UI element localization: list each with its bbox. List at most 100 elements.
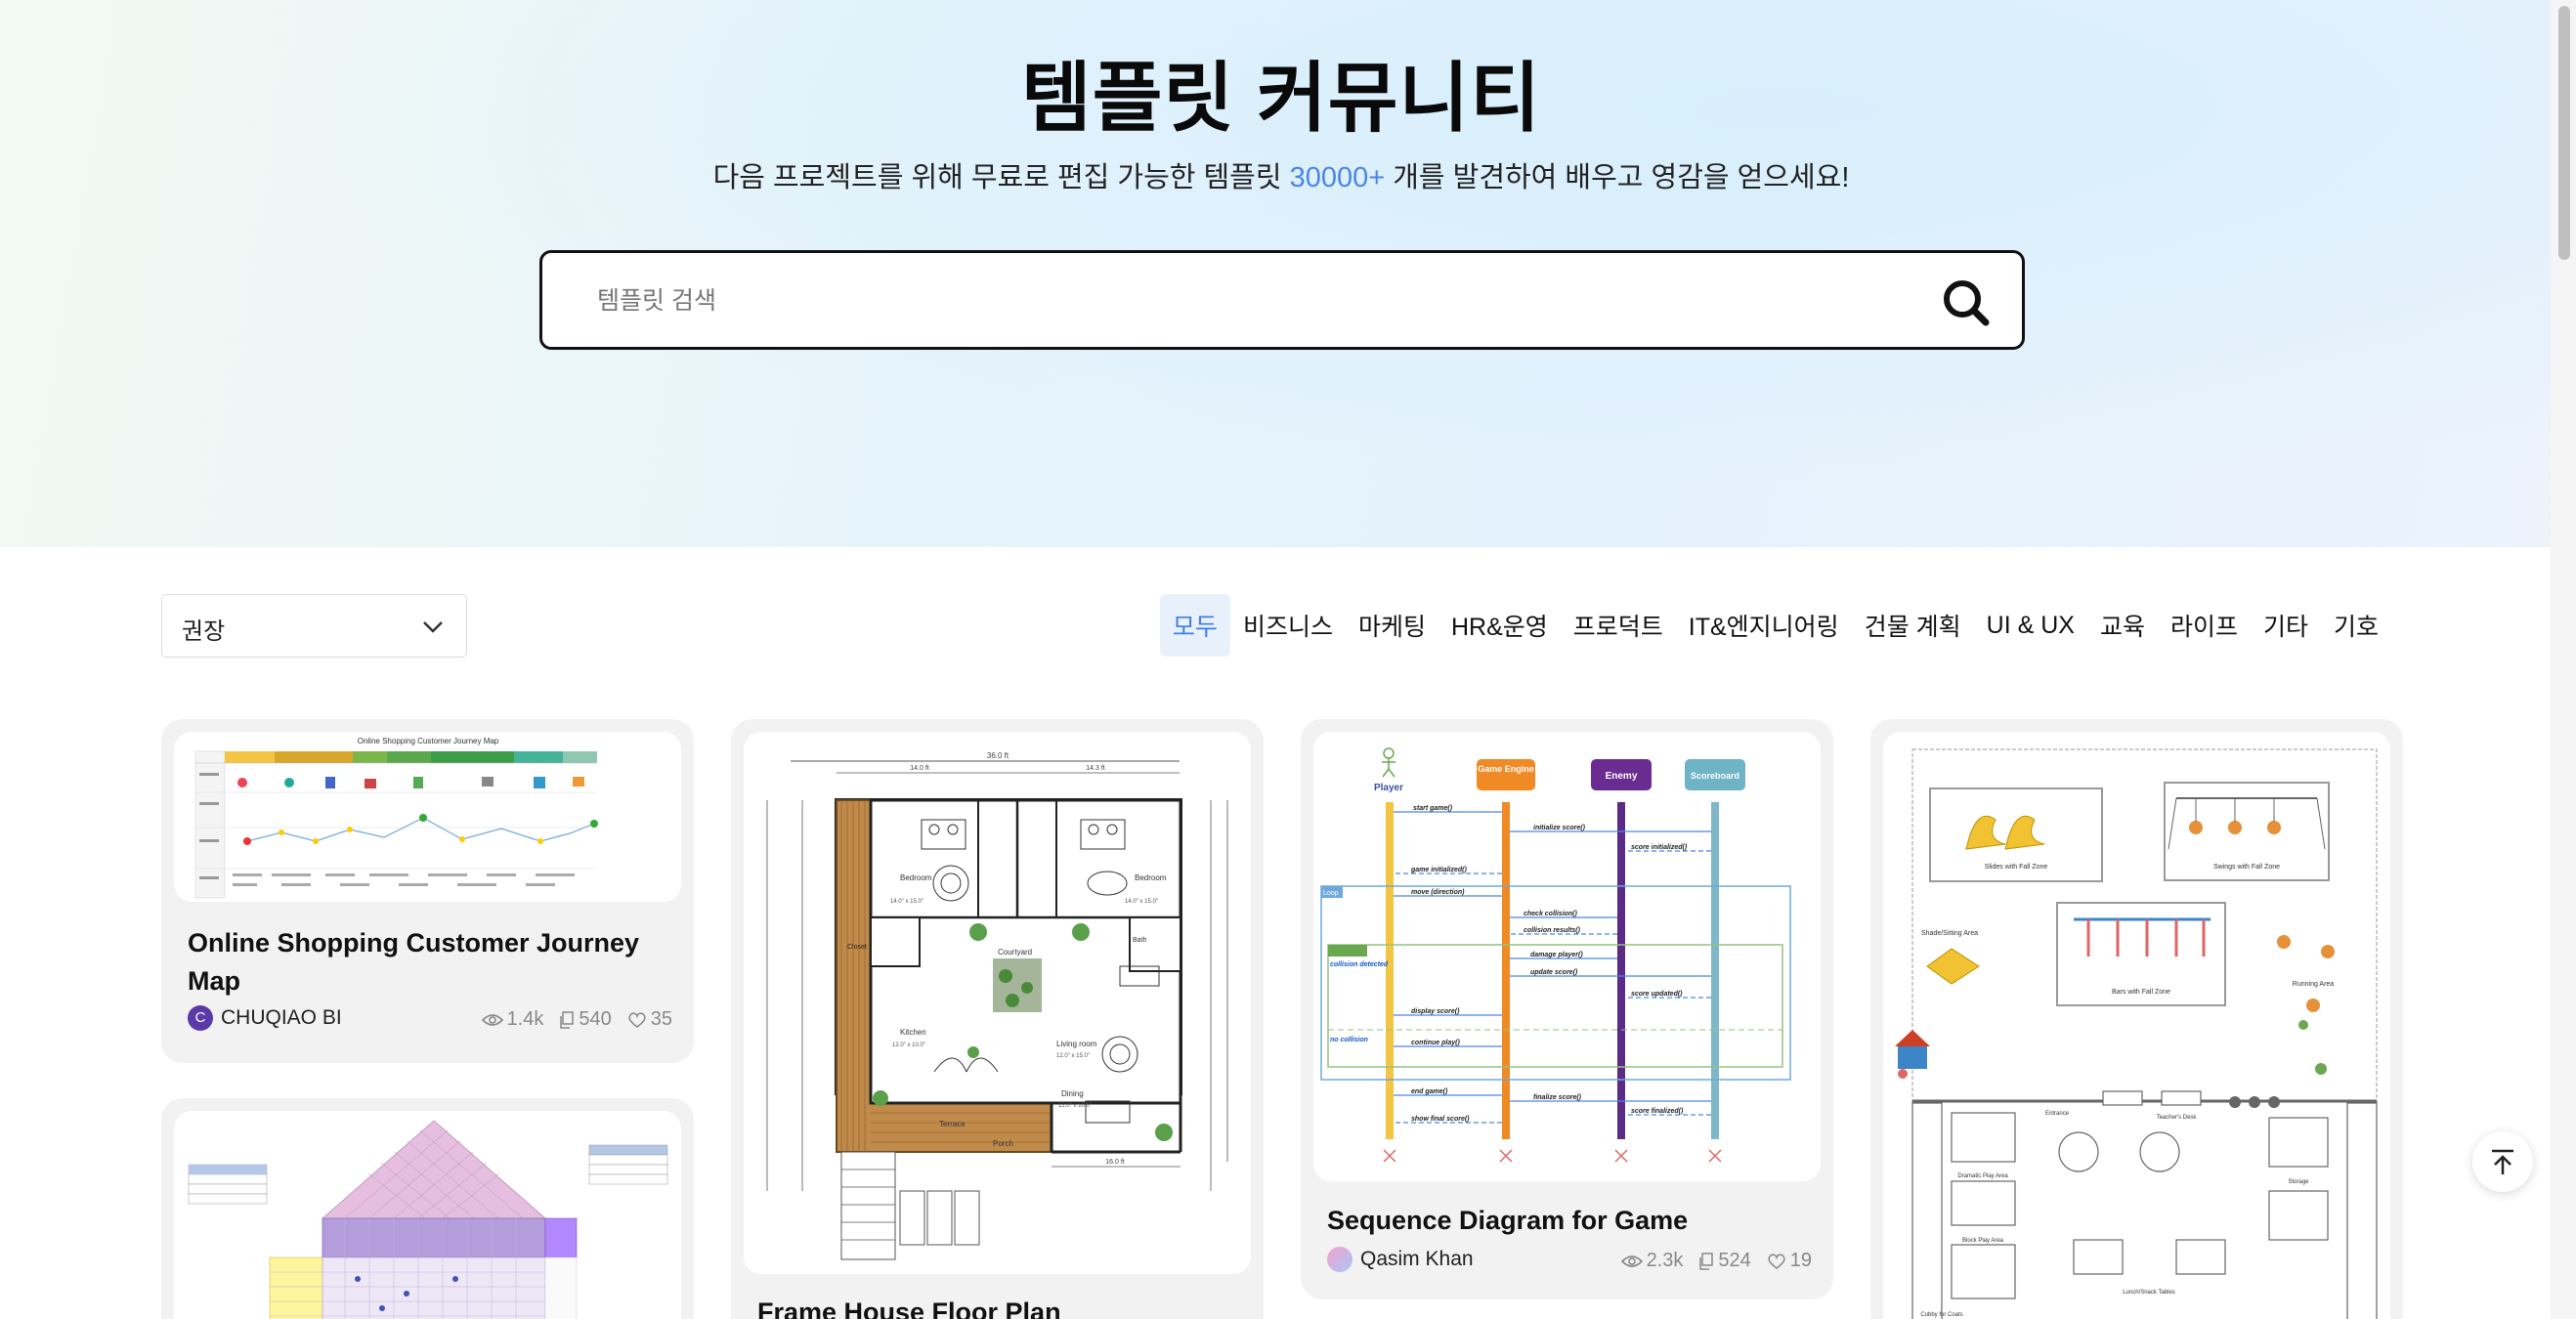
copy-count: 524 (1698, 1250, 1751, 1272)
sequence-diagram-preview: Player Game Engine Enemy Scoreboard Loop… (1320, 747, 1791, 1163)
template-stats: 2.3k 524 19 (1620, 1250, 1812, 1272)
lifeline-label: Player (1374, 783, 1403, 793)
area-label: Cubby for Coats (1920, 1312, 1962, 1318)
eye-icon (481, 1013, 503, 1026)
journey-map-preview: Online Shopping Customer Journey Map (194, 737, 598, 899)
message-label: finalize score() (1533, 1094, 1582, 1101)
category-tab-hr-operations[interactable]: HR&운영 (1438, 594, 1561, 657)
lifeline-label: Enemy (1606, 771, 1638, 782)
room-size: 12.0" x 10.0" (1058, 1103, 1092, 1109)
fragment-guard: collision detected (1330, 961, 1389, 968)
view-count: 1.4k (481, 1008, 543, 1031)
area-label: Entrance (2045, 1111, 2070, 1117)
message-label: move (direction) (1411, 889, 1465, 896)
lifeline-label: Game Engine (1478, 764, 1534, 774)
message-label: score finalized() (1631, 1108, 1684, 1115)
template-card[interactable]: Online Shopping Customer Journey Map Onl… (161, 719, 694, 1063)
category-tab-ui-ux[interactable]: UI & UX (1974, 598, 2087, 654)
message-label: damage player() (1530, 952, 1583, 958)
back-to-top-button[interactable] (2472, 1131, 2533, 1192)
message-label: continue play() (1411, 1040, 1460, 1046)
room-label: Porch (993, 1139, 1013, 1148)
room-size: 14.0" x 15.0" (1125, 899, 1158, 905)
arrow-up-icon (2492, 1149, 2513, 1174)
fragment-label: Loop (1323, 890, 1339, 897)
category-tab-product[interactable]: 프로덕트 (1561, 594, 1676, 657)
message-label: start game() (1413, 805, 1453, 812)
category-tab-life[interactable]: 라이프 (2158, 594, 2251, 657)
copy-count-value: 524 (1718, 1250, 1751, 1271)
search-icon (1944, 280, 1990, 326)
like-count[interactable]: 35 (627, 1008, 672, 1031)
room-label: Bedroom (1135, 873, 1167, 882)
room-label: Bath (1133, 937, 1147, 944)
message-label: display score() (1411, 1008, 1460, 1015)
search-box (539, 250, 2025, 350)
view-count: 2.3k (1620, 1250, 1684, 1272)
room-size: 12.0" x 10.0" (892, 1042, 925, 1048)
fragment-guard: no collision (1330, 1037, 1368, 1043)
category-tabs: 모두 비즈니스 마케팅 HR&운영 프로덕트 IT&엔지니어링 건물 계획 UI… (1159, 594, 2391, 657)
template-count: 30000+ (1289, 162, 1386, 193)
search-button[interactable] (1940, 277, 1993, 329)
dim-label: 16.0 ft (1105, 1159, 1125, 1166)
search-input[interactable] (597, 275, 1868, 327)
heart-icon (1768, 1253, 1785, 1269)
like-count-value: 19 (1789, 1250, 1812, 1271)
category-tab-marketing[interactable]: 마케팅 (1346, 594, 1438, 657)
sort-selected: 권장 (182, 618, 226, 645)
floor-plan-preview: 36.0 ft 14.0 ft 14.3 ft Bedroom 14.0" x … (766, 751, 1228, 1260)
view-count-value: 2.3k (1646, 1250, 1684, 1271)
subtitle-prefix: 다음 프로젝트를 위해 무료로 편집 가능한 템플릿 (712, 162, 1290, 193)
message-label: update score() (1530, 969, 1578, 976)
category-tab-building-plan[interactable]: 건물 계획 (1852, 594, 1974, 657)
scrollbar-thumb[interactable] (2558, 6, 2570, 260)
category-tab-all[interactable]: 모두 (1159, 594, 1230, 657)
page: 템플릿 커뮤니티 다음 프로젝트를 위해 무료로 편집 가능한 템플릿 3000… (0, 0, 2551, 1319)
message-label: end game() (1411, 1088, 1448, 1095)
area-label: Shade/Sitting Area (1921, 930, 1978, 937)
sort-dropdown[interactable]: 권장 (161, 594, 467, 658)
page-title: 템플릿 커뮤니티 (1021, 55, 1541, 141)
like-count[interactable]: 19 (1767, 1250, 1812, 1272)
area-label: Slides with Fall Zone (1985, 864, 2048, 871)
copy-icon (560, 1010, 575, 1029)
category-tab-it-engineering[interactable]: IT&엔지니어링 (1676, 594, 1852, 657)
author-name: CHUQIAO BI (221, 1006, 342, 1029)
room-size: 12.0" x 15.0" (1056, 1053, 1090, 1059)
lifeline-label: Scoreboard (1691, 771, 1739, 781)
category-tab-symbols[interactable]: 기호 (2321, 594, 2391, 657)
category-tab-education[interactable]: 교육 (2087, 594, 2158, 657)
category-tab-business[interactable]: 비즈니스 (1230, 594, 1346, 657)
like-count-value: 35 (650, 1008, 672, 1030)
template-card[interactable]: Slides with Fall Zone Swings with Fall Z… (1870, 719, 2403, 1319)
template-thumbnail: Slides with Fall Zone Swings with Fall Z… (1883, 732, 2390, 1319)
template-thumbnail: Player Game Engine Enemy Scoreboard Loop… (1313, 732, 1821, 1181)
category-tab-other[interactable]: 기타 (2251, 594, 2321, 657)
room-label: Terrace (939, 1120, 966, 1128)
template-title[interactable]: Sequence Diagram for Game (1327, 1202, 1806, 1240)
area-label: Block Play Area (1962, 1238, 2004, 1244)
template-card[interactable]: Player Game Engine Enemy Scoreboard Loop… (1301, 719, 1833, 1299)
room-size: 14.0" x 15.0" (890, 899, 923, 905)
room-label: Kitchen (900, 1028, 926, 1037)
message-label: score updated() (1631, 991, 1683, 998)
copy-count: 540 (559, 1008, 612, 1031)
area-label: Dramatic Play Area (1957, 1173, 2008, 1179)
dim-label: 14.3 ft (1086, 765, 1105, 772)
template-author[interactable]: C CHUQIAO BI (188, 1003, 342, 1033)
template-stats: 1.4k 540 35 (481, 1008, 672, 1031)
area-label: Storage (2288, 1179, 2309, 1185)
template-title[interactable]: Frame House Floor Plan (757, 1294, 1236, 1319)
template-thumbnail: Online Shopping Customer Journey Map (174, 732, 681, 902)
heart-icon (628, 1011, 646, 1028)
template-author[interactable]: Qasim Khan (1327, 1245, 1474, 1274)
avatar: C (188, 1005, 213, 1031)
playground-plan-preview: Slides with Fall Zone Swings with Fall Z… (1895, 748, 2378, 1319)
template-card[interactable] (161, 1098, 694, 1319)
template-title[interactable]: Online Shopping Customer Journey Map (188, 924, 666, 1000)
message-label: game initialized() (1410, 867, 1467, 873)
template-card[interactable]: 36.0 ft 14.0 ft 14.3 ft Bedroom 14.0" x … (731, 719, 1264, 1319)
scrollbar[interactable] (2551, 0, 2576, 1319)
room-label: Living room (1056, 1040, 1097, 1048)
